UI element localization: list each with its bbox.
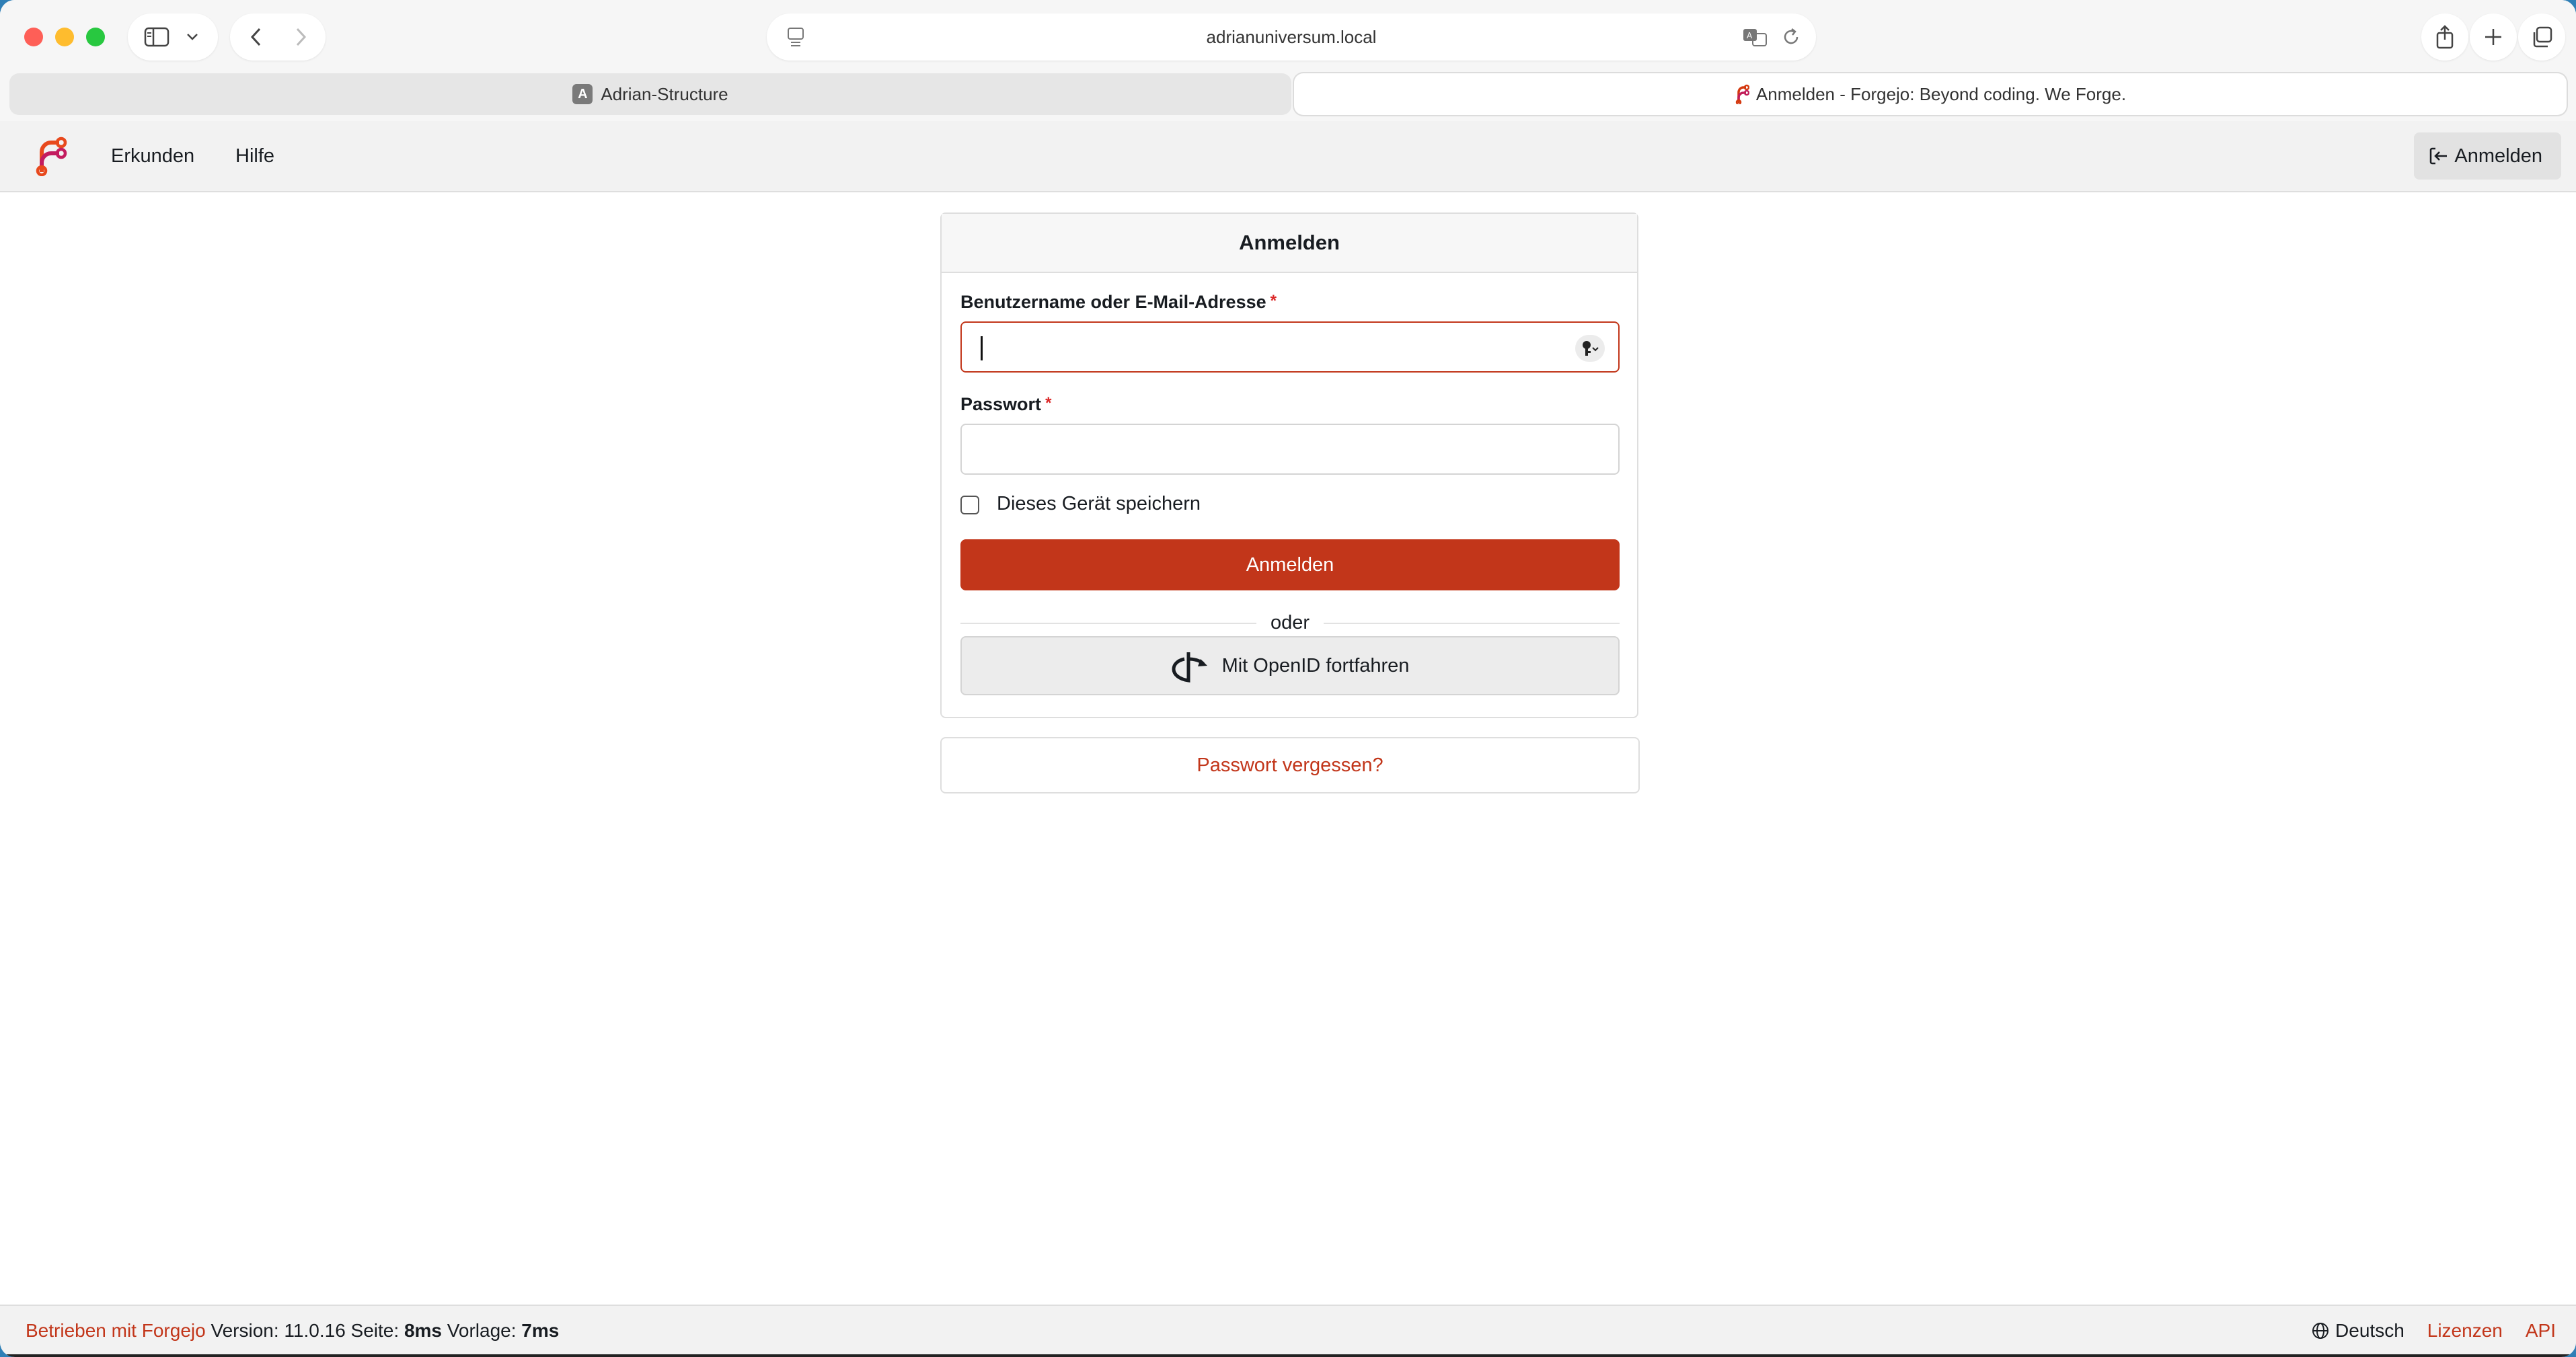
footer-links: Deutsch Lizenzen API bbox=[2311, 1306, 2556, 1356]
new-tab-icon[interactable] bbox=[2470, 13, 2517, 61]
tab-label: Anmelden - Forgejo: Beyond coding. We Fo… bbox=[1755, 83, 2127, 104]
username-label: Benutzername oder E-Mail-Adresse * bbox=[960, 292, 1277, 313]
tab-forgejo-login[interactable]: Anmelden - Forgejo: Beyond coding. We Fo… bbox=[1294, 73, 2567, 115]
openid-button[interactable]: Mit OpenID fortfahren bbox=[960, 636, 1620, 695]
powered-by-link[interactable]: Betrieben mit Forgejo bbox=[26, 1320, 206, 1341]
username-label-text: Benutzername oder E-Mail-Adresse bbox=[960, 292, 1266, 312]
share-icon[interactable] bbox=[2421, 13, 2468, 61]
version-label: Version: bbox=[211, 1320, 279, 1341]
forgejo-logo-icon[interactable] bbox=[31, 136, 71, 176]
forgejo-favicon-icon bbox=[1735, 84, 1749, 104]
login-title: Anmelden bbox=[942, 214, 1637, 273]
login-submit-button[interactable]: Anmelden bbox=[960, 539, 1620, 590]
tab-favicon: A bbox=[572, 84, 593, 104]
password-input[interactable] bbox=[960, 424, 1620, 475]
browser-window: adrianuniversum.local A A Adrian-Structu… bbox=[0, 0, 2576, 1357]
template-time-label: Vorlage: bbox=[447, 1320, 517, 1341]
language-selector[interactable]: Deutsch bbox=[2311, 1320, 2404, 1342]
navbar-login-label: Anmelden bbox=[2454, 145, 2542, 167]
nav-help[interactable]: Hilfe bbox=[235, 121, 274, 191]
required-marker: * bbox=[1270, 292, 1277, 310]
required-marker: * bbox=[1045, 394, 1052, 412]
tab-overview-icon[interactable] bbox=[2518, 13, 2565, 61]
globe-icon bbox=[2312, 1323, 2329, 1339]
footer-info: Betrieben mit Forgejo Version: 11.0.16 S… bbox=[26, 1306, 559, 1356]
openid-icon bbox=[1172, 652, 1207, 683]
translate-icon[interactable]: A bbox=[1742, 27, 1769, 50]
api-link[interactable]: API bbox=[2526, 1320, 2556, 1342]
history-nav-group bbox=[230, 13, 326, 61]
tab-label: Adrian-Structure bbox=[601, 83, 728, 104]
divider-label: oder bbox=[1270, 612, 1310, 633]
sidebar-toggle-group bbox=[128, 13, 218, 61]
nav-explore[interactable]: Erkunden bbox=[111, 121, 194, 191]
page-time-value: 8ms bbox=[404, 1320, 442, 1341]
page-footer: Betrieben mit Forgejo Version: 11.0.16 S… bbox=[0, 1305, 2576, 1356]
remember-device-checkbox[interactable] bbox=[960, 496, 979, 514]
password-manager-key-icon[interactable] bbox=[1575, 335, 1605, 362]
version-value: 11.0.16 bbox=[284, 1320, 346, 1341]
close-window-button[interactable] bbox=[24, 28, 43, 46]
address-bar[interactable]: adrianuniversum.local A bbox=[767, 13, 1816, 61]
forward-arrow-icon[interactable] bbox=[284, 13, 317, 61]
sidebar-icon[interactable] bbox=[140, 13, 174, 61]
site-navbar: Erkunden Hilfe Anmelden bbox=[0, 121, 2576, 192]
licenses-link[interactable]: Lizenzen bbox=[2427, 1320, 2503, 1342]
minimize-window-button[interactable] bbox=[55, 28, 74, 46]
login-card: Anmelden Benutzername oder E-Mail-Adress… bbox=[940, 212, 1638, 718]
password-label: Passwort * bbox=[960, 394, 1051, 415]
svg-text:A: A bbox=[1747, 31, 1753, 40]
username-input[interactable] bbox=[960, 321, 1620, 373]
forgot-password-link[interactable]: Passwort vergessen? bbox=[940, 737, 1640, 793]
address-url[interactable]: adrianuniversum.local bbox=[767, 13, 1816, 61]
browser-toolbar: adrianuniversum.local A bbox=[0, 0, 2576, 71]
tab-adrian-structure[interactable]: A Adrian-Structure bbox=[9, 73, 1291, 115]
template-time-value: 7ms bbox=[521, 1320, 560, 1341]
page-time-label: Seite: bbox=[350, 1320, 400, 1341]
desktop-background bbox=[0, 1354, 2576, 1357]
sign-in-icon bbox=[2430, 147, 2448, 165]
back-arrow-icon[interactable] bbox=[239, 13, 273, 61]
remember-device-label[interactable]: Dieses Gerät speichern bbox=[997, 493, 1201, 515]
tab-bar: A Adrian-Structure Anmelden - Forgejo: B… bbox=[0, 71, 2576, 121]
language-label: Deutsch bbox=[2335, 1320, 2404, 1341]
openid-label: Mit OpenID fortfahren bbox=[1221, 654, 1410, 676]
reload-icon[interactable] bbox=[1781, 27, 1801, 50]
chevron-down-icon[interactable] bbox=[179, 13, 206, 61]
password-label-text: Passwort bbox=[960, 394, 1042, 414]
or-divider: oder bbox=[960, 611, 1620, 635]
navbar-login-button[interactable]: Anmelden bbox=[2414, 132, 2561, 180]
maximize-window-button[interactable] bbox=[86, 28, 105, 46]
text-caret bbox=[981, 336, 983, 360]
